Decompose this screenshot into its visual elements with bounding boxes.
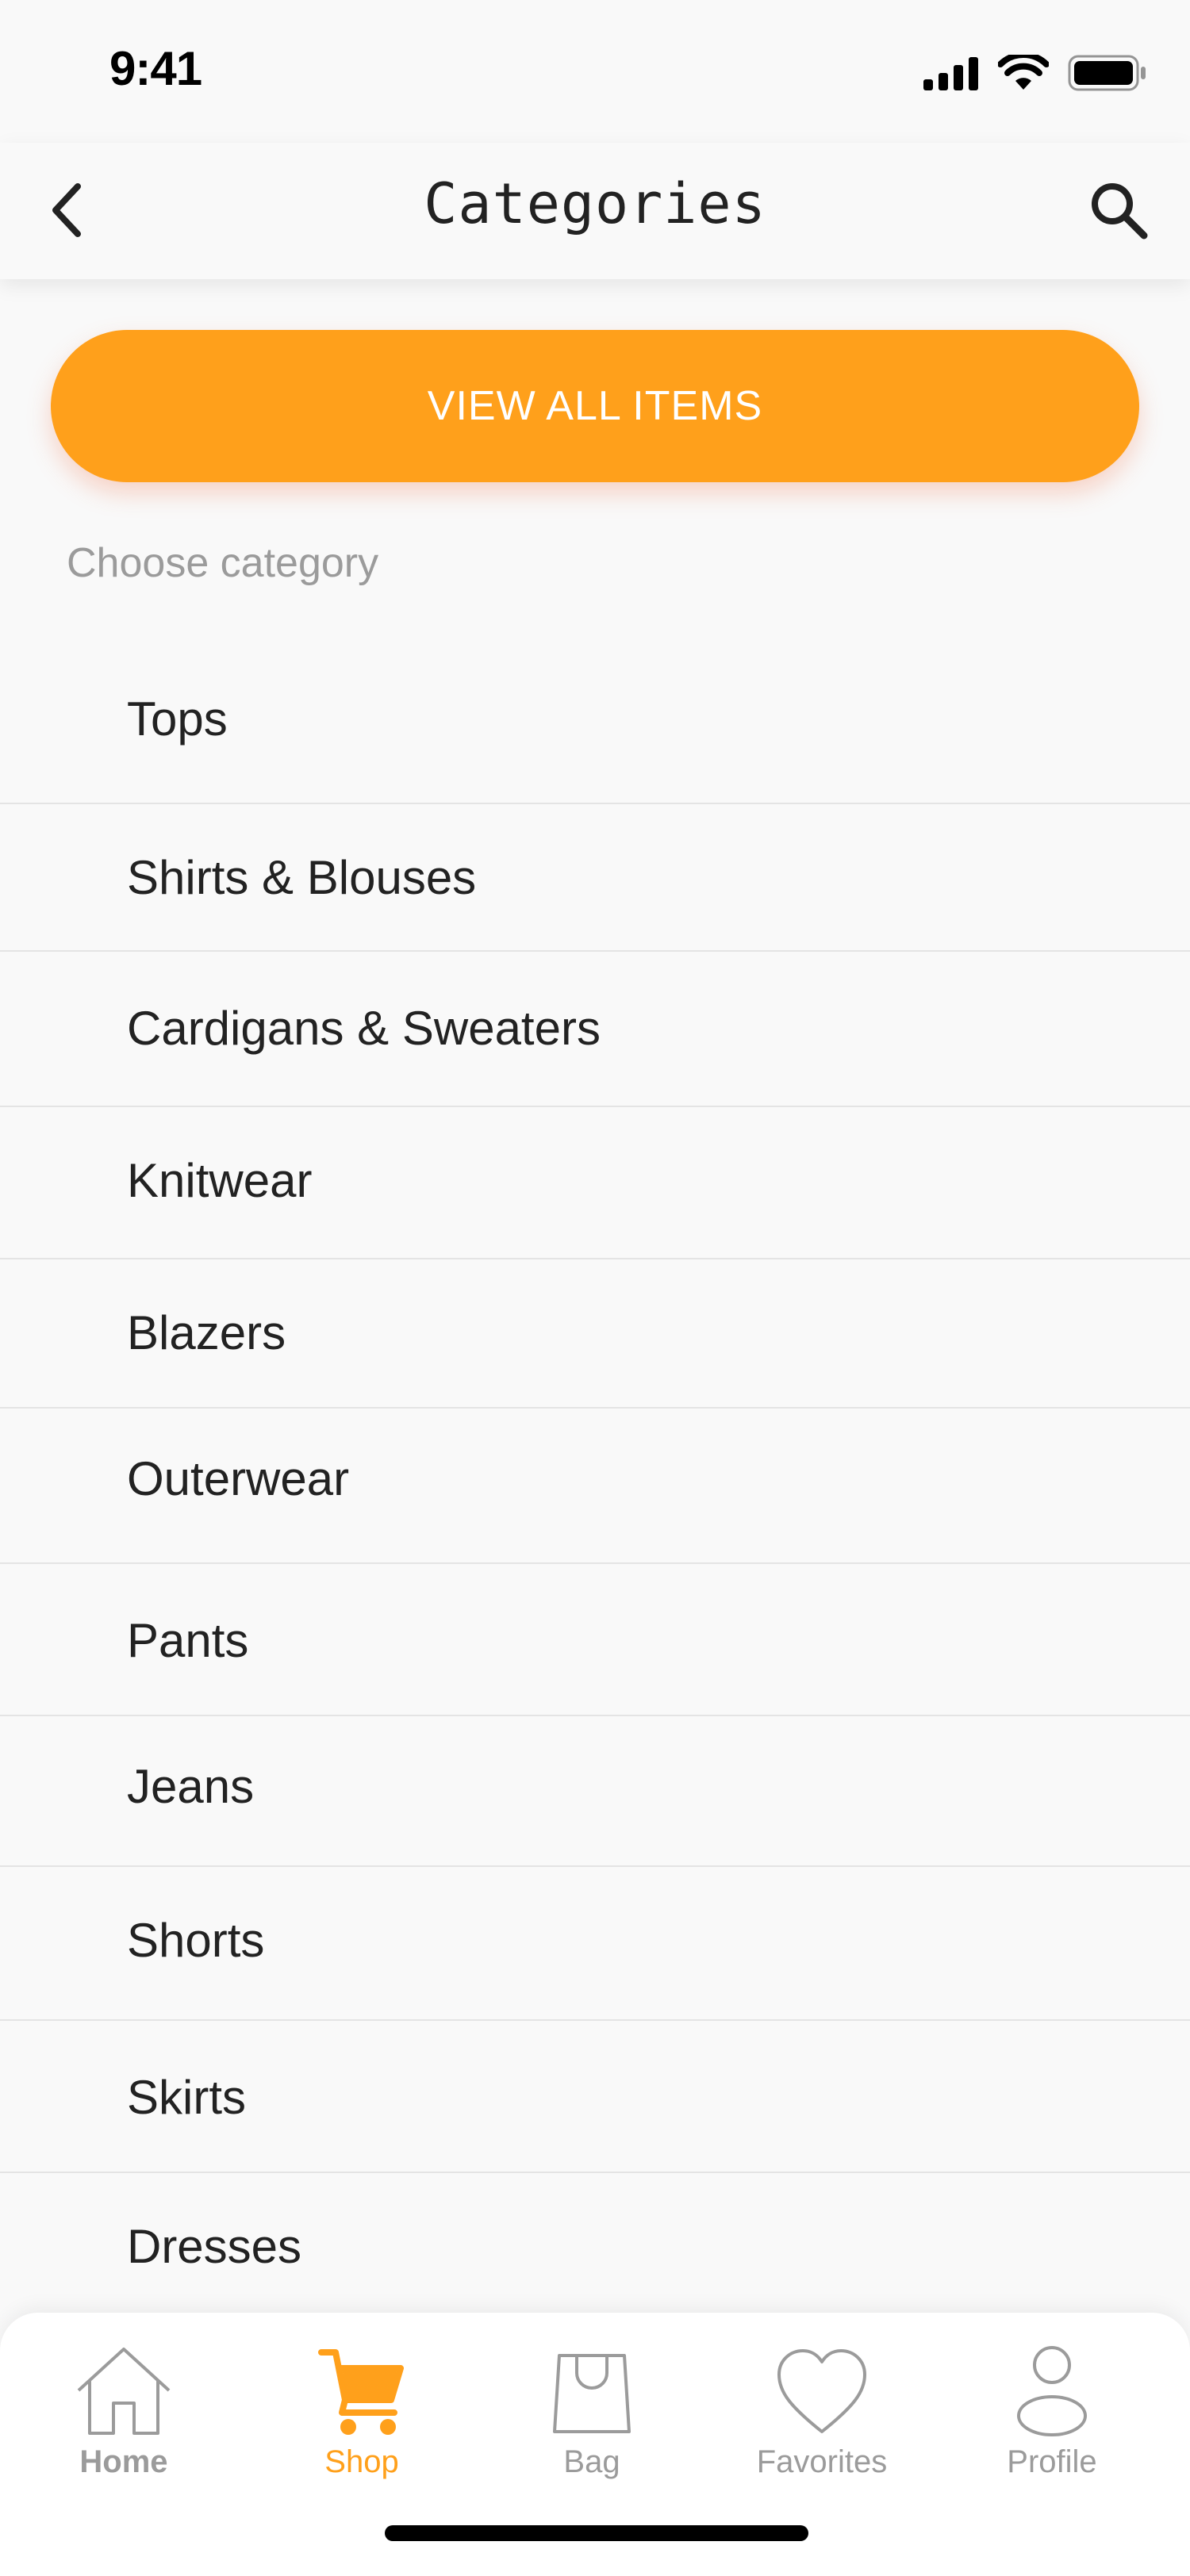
nav-home[interactable]: Home bbox=[36, 2344, 211, 2503]
nav-profile[interactable]: Profile bbox=[965, 2344, 1139, 2503]
nav-label: Profile bbox=[1007, 2444, 1097, 2479]
status-icons bbox=[923, 51, 1147, 95]
category-label: Knitwear bbox=[127, 1154, 313, 1207]
status-bar: 9:41 bbox=[0, 0, 1190, 143]
nav-label: Favorites bbox=[756, 2444, 888, 2479]
heart-icon bbox=[777, 2349, 866, 2433]
battery-icon bbox=[1068, 55, 1146, 91]
category-label: Shorts bbox=[127, 1914, 265, 1967]
category-label: Blazers bbox=[127, 1306, 286, 1359]
view-all-items-button[interactable]: VIEW ALL ITEMS bbox=[51, 330, 1139, 482]
category-item-knitwear[interactable]: Knitwear bbox=[0, 1106, 1190, 1259]
category-item-dresses[interactable]: Dresses bbox=[0, 2172, 1190, 2313]
category-item-shirts-blouses[interactable]: Shirts & Blouses bbox=[0, 803, 1190, 952]
category-item-blazers[interactable]: Blazers bbox=[0, 1258, 1190, 1409]
wifi-icon bbox=[998, 55, 1049, 90]
category-label: Outerwear bbox=[127, 1452, 350, 1505]
nav-favorites[interactable]: Favorites bbox=[735, 2344, 909, 2503]
search-icon bbox=[1092, 183, 1148, 240]
category-item-pants[interactable]: Pants bbox=[0, 1562, 1190, 1716]
section-label: Choose category bbox=[67, 540, 379, 586]
bag-icon bbox=[553, 2354, 631, 2433]
cellular-signal-icon bbox=[923, 57, 978, 90]
category-label: Skirts bbox=[127, 2071, 246, 2124]
nav-shop[interactable]: Shop bbox=[274, 2344, 449, 2503]
cart-icon bbox=[318, 2349, 404, 2435]
nav-bag[interactable]: Bag bbox=[505, 2344, 679, 2503]
category-item-cardigans-sweaters[interactable]: Cardigans & Sweaters bbox=[0, 950, 1190, 1107]
category-item-skirts[interactable]: Skirts bbox=[0, 2019, 1190, 2173]
category-item-outerwear[interactable]: Outerwear bbox=[0, 1407, 1190, 1564]
category-label: Pants bbox=[127, 1614, 249, 1667]
category-item-tops[interactable]: Tops bbox=[0, 644, 1190, 804]
category-item-shorts[interactable]: Shorts bbox=[0, 1865, 1190, 2021]
status-time: 9:41 bbox=[109, 42, 202, 95]
home-indicator bbox=[385, 2525, 808, 2541]
nav-label: Shop bbox=[324, 2444, 399, 2479]
category-label: Cardigans & Sweaters bbox=[127, 1002, 601, 1055]
header-bar: Categories bbox=[0, 143, 1190, 279]
category-label: Tops bbox=[127, 692, 228, 746]
category-label: Shirts & Blouses bbox=[127, 851, 477, 904]
category-item-jeans[interactable]: Jeans bbox=[0, 1715, 1190, 1867]
page-title: Categories bbox=[424, 171, 766, 236]
home-icon bbox=[77, 2348, 171, 2435]
nav-label: Home bbox=[79, 2444, 168, 2479]
search-button[interactable] bbox=[1079, 167, 1158, 254]
profile-icon bbox=[1017, 2346, 1087, 2436]
category-label: Dresses bbox=[127, 2220, 302, 2273]
category-label: Jeans bbox=[127, 1760, 255, 1813]
nav-label: Bag bbox=[563, 2444, 620, 2479]
